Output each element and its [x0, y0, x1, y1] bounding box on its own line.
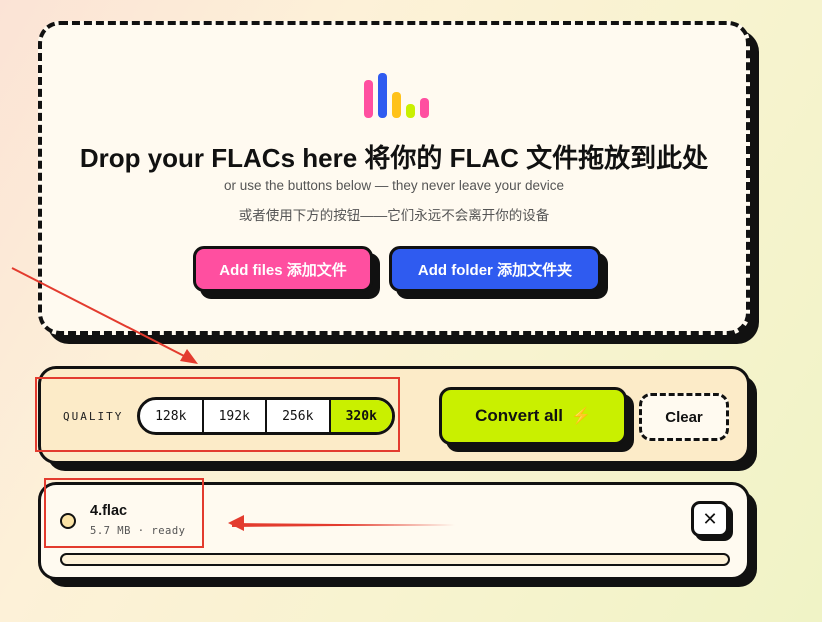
convert-all-button[interactable]: Convert all ⚡ [439, 387, 627, 445]
drop-zone-subtitle-zh: 或者使用下方的按钮——它们永远不会离开你的设备 [238, 208, 550, 223]
clear-button[interactable]: Clear [639, 393, 729, 441]
drop-zone[interactable]: Drop your FLACs here 将你的 FLAC 文件拖放到此处 or… [38, 21, 750, 335]
close-icon: ✕ [702, 508, 718, 530]
add-files-button[interactable]: Add files 添加文件 [193, 246, 373, 292]
add-folder-button[interactable]: Add folder 添加文件夹 [389, 246, 601, 292]
drop-zone-title: Drop your FLACs here 将你的 FLAC 文件拖放到此处 [79, 143, 709, 173]
file-progress-bar [60, 553, 730, 566]
drop-zone-subtitle-en: or use the buttons below — they never le… [224, 178, 564, 193]
annotation-box-quality [35, 377, 400, 452]
waveform-logo-icon [364, 70, 434, 118]
annotation-box-file [44, 478, 204, 548]
remove-file-button[interactable]: ✕ [691, 501, 729, 537]
lightning-bolt-icon: ⚡ [570, 408, 591, 425]
convert-all-label: Convert all [475, 406, 563, 425]
